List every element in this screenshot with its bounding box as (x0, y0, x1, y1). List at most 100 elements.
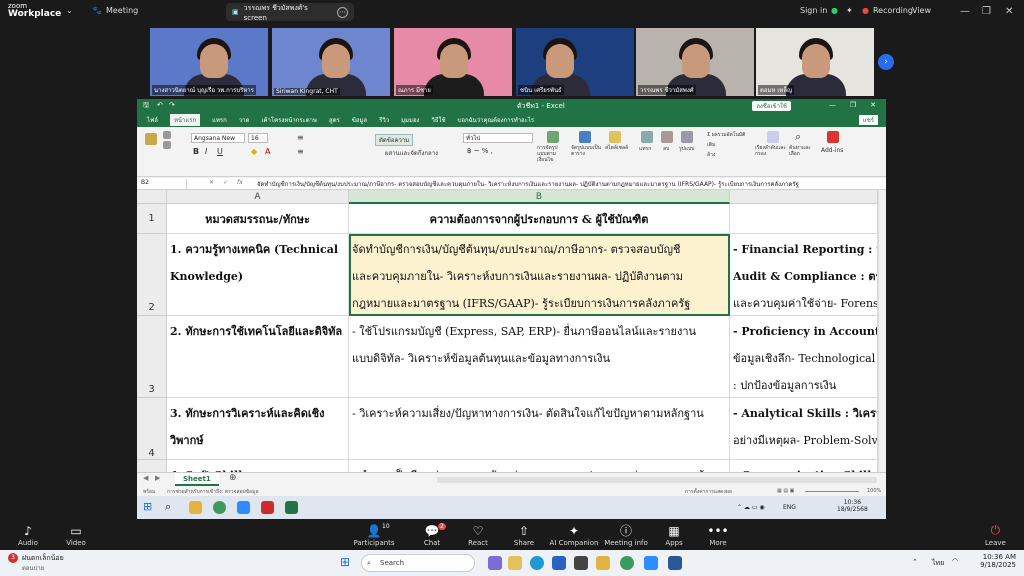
align-left-icon[interactable]: ≡ (297, 147, 304, 156)
participant-tile[interactable]: ดอมห เหล็ญ (756, 28, 874, 96)
formula-input[interactable]: จัดทำบัญชีการเงิน/บัญชีต้นทุน/งบประมาณ/ภ… (257, 179, 877, 189)
meeting-tab[interactable]: 🐾 Meeting (92, 6, 138, 15)
sheet-nav-left-icon[interactable]: ◀ (143, 474, 148, 482)
minimize-icon[interactable]: — (960, 6, 970, 17)
font-size-select[interactable]: 16 (248, 133, 268, 143)
windows-start-icon[interactable]: ⊞ (143, 500, 152, 513)
ribbon-tab[interactable]: เค้าโครงหน้ากระดาษ (261, 115, 317, 125)
row-header[interactable]: 3 (137, 316, 167, 398)
row-header[interactable]: 2 (137, 234, 167, 316)
excel-signin-button[interactable]: ลงชื่อเข้าใช้ (752, 101, 791, 111)
sparkle-icon[interactable]: ✦ (846, 6, 853, 15)
cell-b[interactable]: - วิเคราะห์ความเสี่ยง/ปัญหาทางการเงิน- ต… (349, 398, 730, 460)
cell-a[interactable]: 1. ความรู้ทางเทคนิค (Technical Knowledge… (167, 234, 349, 316)
sign-in-button[interactable]: Sign in (800, 6, 827, 15)
taskbar-clock[interactable]: 10:36 AM 9/18/2025 (966, 553, 1016, 569)
cell-c[interactable]: - Financial Reporting : จัดทำ Audit & Com… (730, 234, 878, 316)
file-explorer-icon[interactable] (189, 501, 202, 514)
chrome-icon[interactable] (213, 501, 226, 514)
input-language[interactable]: ENG (783, 504, 796, 511)
function-icon[interactable]: fx (237, 179, 243, 186)
ribbon-tab[interactable]: หน้าแรก (169, 114, 201, 126)
store-icon[interactable] (552, 556, 566, 570)
redo-icon[interactable]: ↷ (169, 101, 175, 109)
ribbon-tab[interactable]: วิธีใช้ (431, 115, 445, 125)
more-options-icon[interactable]: ⋯ (337, 6, 348, 18)
word-icon[interactable] (668, 556, 682, 570)
recording-indicator[interactable]: ● Recording (862, 6, 913, 15)
add-sheet-icon[interactable]: ⊕ (229, 473, 237, 483)
conditional-format-icon[interactable] (547, 131, 559, 143)
currency-icon[interactable]: ฿ ~ % , (467, 147, 493, 155)
ribbon-tab[interactable]: สูตร (329, 115, 340, 125)
cell-b[interactable]: ความต้องการจากผู้ประกอบการ & ผู้ใช้บัณฑิ… (349, 204, 730, 234)
horizontal-scrollbar[interactable] (437, 477, 877, 483)
clear-button[interactable]: ล้าง (707, 151, 715, 159)
minimize-icon[interactable]: — (829, 101, 836, 109)
taskbar-language[interactable]: ไทย (932, 558, 944, 569)
cell-c[interactable] (730, 204, 878, 234)
control-ai-companion[interactable]: ✦ AI Companion (544, 523, 604, 547)
chevron-down-icon[interactable]: ⌄ (66, 6, 73, 15)
taskbar-search[interactable]: ⌕ Search (361, 554, 475, 572)
restore-icon[interactable]: ❐ (982, 6, 991, 17)
column-header-a[interactable]: A (167, 190, 349, 204)
participant-tile[interactable]: วรรณพร ชีวามัสพงศ์ (636, 28, 754, 96)
participant-tile[interactable]: Siriwan Kingrat, CHT (272, 28, 390, 96)
chrome-icon[interactable] (620, 556, 634, 570)
zoom-slider[interactable] (805, 491, 859, 492)
copy-icon[interactable] (163, 141, 171, 149)
italic-icon[interactable]: I (205, 147, 207, 156)
file-explorer-icon[interactable] (508, 556, 522, 570)
select-all-corner[interactable] (137, 190, 167, 204)
cell-a[interactable]: 2. ทักษะการใช้เทคโนโลยีและดิจิทัล (167, 316, 349, 398)
control-participants[interactable]: 👤 Participants 10 (344, 523, 404, 547)
format-cells-icon[interactable] (681, 131, 693, 143)
ribbon-tab[interactable]: ไฟล์ (147, 115, 158, 125)
number-format-select[interactable]: ทั่วไป (463, 133, 533, 143)
undo-icon[interactable]: ↶ (157, 101, 163, 109)
sort-filter-icon[interactable] (767, 131, 779, 143)
wrap-text-button[interactable]: ตัดข้อความ (375, 134, 414, 146)
tray-icons[interactable]: ⌃ ☁ ▭ ◉ (737, 504, 765, 511)
search-icon[interactable]: ⌕ (165, 500, 171, 514)
leave-button[interactable]: ⏻ Leave (985, 523, 1006, 547)
zoom-app-icon[interactable] (644, 556, 658, 570)
sheet-tab[interactable]: Sheet1 (175, 473, 219, 486)
close-icon[interactable]: ✕ (870, 101, 876, 109)
align-top-icon[interactable]: ≡ (297, 133, 304, 142)
share-button[interactable]: แชร์ (858, 115, 878, 125)
font-color-icon[interactable]: A (265, 147, 270, 156)
name-box[interactable]: B2 (141, 179, 187, 189)
control-video[interactable]: ▭ Video (46, 523, 106, 547)
pdf-icon[interactable] (261, 501, 274, 514)
edge-icon[interactable] (530, 556, 544, 570)
display-settings-button[interactable]: การตั้งค่าการแสดงผล (685, 488, 732, 496)
font-name-select[interactable]: Angsana New (191, 133, 245, 143)
cell-styles-icon[interactable] (609, 131, 621, 143)
vertical-scrollbar[interactable] (878, 190, 886, 472)
restore-icon[interactable]: ❐ (850, 101, 856, 109)
participant-tile[interactable]: นางสาวนิตยาณ์ บุญเรือ วพ.การบริหาร (150, 28, 268, 96)
format-table-icon[interactable] (579, 131, 591, 143)
row-header[interactable]: 4 (137, 398, 167, 460)
cell-c[interactable]: - Proficiency in Accounting ข้อมูลเชิงลึก… (730, 316, 878, 398)
zoom-app-icon[interactable] (237, 501, 250, 514)
excel-app-icon[interactable] (285, 501, 298, 514)
wifi-icon[interactable]: ◠ (952, 557, 958, 565)
participant-tile[interactable]: ณภาร มีชาย (394, 28, 512, 96)
cell-a[interactable]: หมวดสมรรถนะ/ทักษะ (167, 204, 349, 234)
remote-clock[interactable]: 10:36 18/9/2568 (837, 499, 868, 513)
cell-a[interactable]: 3. ทักษะการวิเคราะห์และคิดเชิงวิพากษ์ (167, 398, 349, 460)
cell-b[interactable]: - ใช้โปรแกรมบัญชี (Express, SAP, ERP)- ย… (349, 316, 730, 398)
control-more[interactable]: ••• More (688, 523, 748, 547)
bold-icon[interactable]: B (193, 147, 199, 156)
addins-icon[interactable] (827, 131, 839, 143)
shield-icon[interactable]: ● (831, 6, 838, 15)
ribbon-tab[interactable]: วาด (239, 115, 250, 125)
accessibility-status[interactable]: การช่วยสำหรับการเข้าถึง: ตรวจสอบข้อมูล (167, 488, 259, 496)
chevron-right-icon[interactable]: › (878, 54, 894, 70)
find-select-icon[interactable]: ⌕ (795, 130, 801, 144)
zoom-percent[interactable]: 100% (867, 488, 881, 494)
ribbon-tab[interactable]: รีวิว (379, 115, 389, 125)
